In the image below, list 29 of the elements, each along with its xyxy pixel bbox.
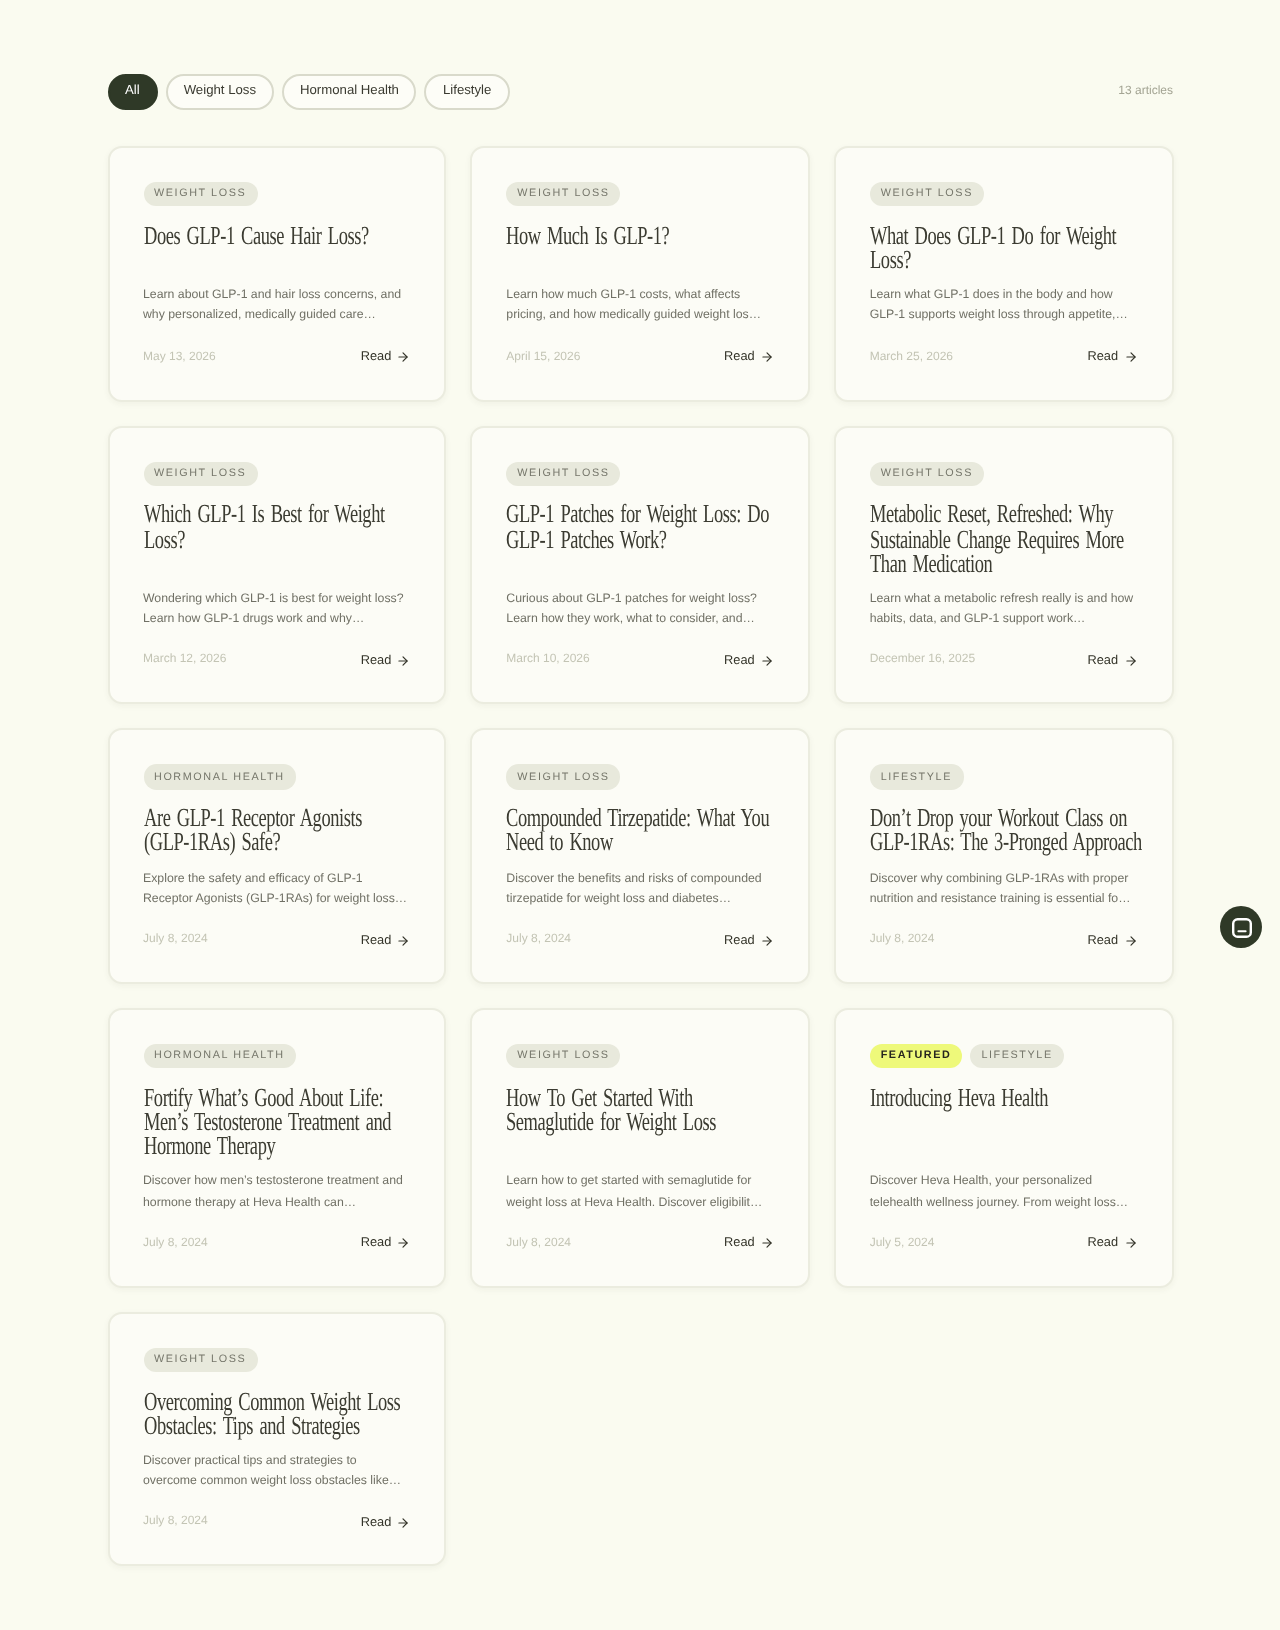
arrow-right-icon [396, 1515, 411, 1530]
article-title: Compounded Tirzepatide: What You Need to Know [506, 806, 772, 856]
article-title: Fortify What’s Good About Life: Men’s Testosterone Treatment and Hormone Therapy [143, 1085, 393, 1159]
arrow-right-icon [1123, 350, 1137, 365]
article-title: What Does GLP-1 Do for Weight Loss? [869, 223, 1119, 273]
arrow-right-icon [396, 1236, 411, 1251]
article-title: Introducing Heva Health [869, 1085, 1050, 1111]
article-title: Overcoming Common Weight Loss Obstacles: Tips and Strategies [143, 1389, 402, 1439]
arrow-right-icon [759, 653, 774, 668]
arrow-right-icon [396, 350, 411, 365]
arrow-right-icon [759, 933, 774, 948]
chat-button[interactable] [1220, 906, 1262, 948]
message-icon [1231, 917, 1251, 937]
article-title: GLP-1 Patches for Weight Loss: Do GLP-1 Patches Work? [506, 502, 772, 552]
article-title: Don’t Drop your Workout Class on GLP-1RAs: The 3-Pronged Approach [869, 806, 1144, 856]
arrow-right-icon [759, 350, 774, 365]
arrow-right-icon [396, 653, 411, 668]
arrow-right-icon [1123, 1236, 1137, 1251]
arrow-right-icon [396, 933, 411, 948]
arrow-right-icon [759, 1236, 774, 1251]
arrow-right-icon [1123, 933, 1137, 948]
article-title: How Much Is GLP-1? [506, 223, 672, 248]
arrow-right-icon [1123, 653, 1137, 668]
article-title: How To Get Started With Semaglutide for Weight Loss [506, 1085, 719, 1135]
article-title: Metabolic Reset, Refreshed: Why Sustainable Change Requires More Than Medication [869, 502, 1126, 577]
article-title: Are GLP-1 Receptor Agonists (GLP-1RAs) Safe? [143, 806, 364, 856]
article-card[interactable] [833, 425, 1173, 705]
article-title: Which GLP-1 Is Best for Weight Loss? [143, 502, 387, 552]
article-title: Does GLP-1 Cause Hair Loss? [143, 223, 371, 248]
